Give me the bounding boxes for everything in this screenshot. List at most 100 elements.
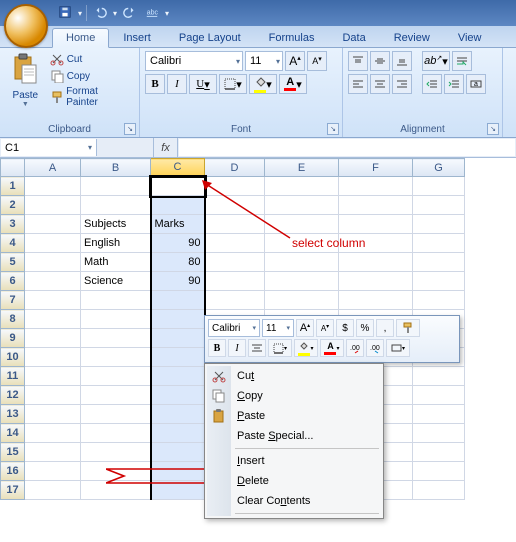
font-dialog-icon[interactable]: ↘: [327, 123, 339, 135]
tab-formulas[interactable]: Formulas: [255, 28, 329, 47]
qat-dropdown-icon[interactable]: ▾: [78, 9, 82, 18]
cell[interactable]: [81, 424, 151, 443]
cut-button[interactable]: Cut: [46, 51, 134, 67]
orientation-button[interactable]: ab↗▾: [422, 51, 450, 71]
cell[interactable]: [205, 291, 265, 310]
row-header[interactable]: 16: [1, 462, 25, 481]
cell[interactable]: [413, 481, 465, 500]
cell[interactable]: [265, 291, 339, 310]
col-header-f[interactable]: F: [339, 159, 413, 177]
cell[interactable]: [25, 196, 81, 215]
cell[interactable]: [265, 253, 339, 272]
align-center-button[interactable]: [370, 74, 390, 94]
mini-format-painter[interactable]: [396, 319, 420, 337]
cell[interactable]: [25, 291, 81, 310]
bold-button[interactable]: B: [145, 74, 165, 94]
mini-currency[interactable]: $: [336, 319, 354, 337]
cell[interactable]: [413, 386, 465, 405]
cell[interactable]: [413, 367, 465, 386]
context-paste-special[interactable]: Paste Special...Paste Special...: [207, 426, 381, 446]
name-box[interactable]: C1▾: [1, 139, 97, 156]
mini-align-center[interactable]: [248, 339, 266, 357]
cell[interactable]: [151, 405, 205, 424]
cell[interactable]: English: [81, 234, 151, 253]
cell[interactable]: [81, 348, 151, 367]
cell[interactable]: [339, 177, 413, 196]
cell[interactable]: [151, 310, 205, 329]
increase-indent-button[interactable]: [444, 74, 464, 94]
cell[interactable]: [413, 443, 465, 462]
tab-data[interactable]: Data: [328, 28, 379, 47]
cell[interactable]: [413, 253, 465, 272]
clipboard-dialog-icon[interactable]: ↘: [124, 123, 136, 135]
row-header[interactable]: 9: [1, 329, 25, 348]
cell[interactable]: [25, 177, 81, 196]
undo-icon[interactable]: [91, 3, 109, 24]
cell[interactable]: [151, 386, 205, 405]
cell[interactable]: Marks: [151, 215, 205, 234]
row-header[interactable]: 14: [1, 424, 25, 443]
underline-button[interactable]: U▾: [189, 74, 217, 94]
tab-home[interactable]: Home: [52, 28, 109, 48]
cell[interactable]: [25, 443, 81, 462]
cell[interactable]: [81, 443, 151, 462]
cell[interactable]: [413, 272, 465, 291]
col-header-b[interactable]: B: [81, 159, 151, 177]
context-cut[interactable]: CutCut: [207, 366, 381, 386]
fill-color-button[interactable]: ▾: [249, 74, 277, 94]
qat-more-icon[interactable]: ▾: [165, 9, 169, 18]
cell[interactable]: [413, 234, 465, 253]
border-button[interactable]: ▾: [219, 74, 247, 94]
select-all-corner[interactable]: [1, 159, 25, 177]
mini-size-combo[interactable]: 11▾: [262, 319, 294, 337]
mini-fill-color[interactable]: ▾: [294, 339, 318, 357]
cell[interactable]: [265, 196, 339, 215]
align-middle-button[interactable]: [370, 51, 390, 71]
cell[interactable]: [81, 291, 151, 310]
cell[interactable]: [25, 367, 81, 386]
cell[interactable]: [265, 177, 339, 196]
context-clear-contents[interactable]: Clear ContentsClear Contents: [207, 491, 381, 511]
font-name-combo[interactable]: Calibri▾: [145, 51, 243, 71]
redo-icon[interactable]: [121, 3, 139, 24]
mini-font-combo[interactable]: Calibri▾: [208, 319, 260, 337]
fx-button[interactable]: fx: [154, 138, 178, 157]
undo-dropdown-icon[interactable]: ▾: [113, 9, 117, 18]
mini-grow-font[interactable]: A▴: [296, 319, 314, 337]
mini-decrease-decimal[interactable]: .00: [346, 339, 364, 357]
cell[interactable]: [81, 367, 151, 386]
row-header[interactable]: 1: [1, 177, 25, 196]
cell[interactable]: 80: [151, 253, 205, 272]
row-header[interactable]: 11: [1, 367, 25, 386]
save-icon[interactable]: [56, 3, 74, 24]
font-size-combo[interactable]: 11▾: [245, 51, 283, 71]
cell[interactable]: [81, 329, 151, 348]
cell[interactable]: [25, 405, 81, 424]
shrink-font-button[interactable]: A▾: [307, 51, 327, 71]
mini-comma[interactable]: ,: [376, 319, 394, 337]
cell[interactable]: [413, 405, 465, 424]
cell[interactable]: [151, 424, 205, 443]
cell[interactable]: [205, 215, 265, 234]
row-header[interactable]: 13: [1, 405, 25, 424]
cell[interactable]: [205, 234, 265, 253]
tab-page-layout[interactable]: Page Layout: [165, 28, 255, 47]
row-header[interactable]: 4: [1, 234, 25, 253]
cell[interactable]: [413, 291, 465, 310]
cell[interactable]: Math: [81, 253, 151, 272]
cell[interactable]: [25, 481, 81, 500]
cell[interactable]: [205, 272, 265, 291]
row-header[interactable]: 5: [1, 253, 25, 272]
cell[interactable]: [151, 481, 205, 500]
tab-review[interactable]: Review: [380, 28, 444, 47]
merge-center-button[interactable]: a: [466, 74, 486, 94]
cell[interactable]: [81, 310, 151, 329]
grow-font-button[interactable]: A▴: [285, 51, 305, 71]
cell[interactable]: [339, 291, 413, 310]
cell[interactable]: [81, 481, 151, 500]
cell[interactable]: [413, 215, 465, 234]
cell[interactable]: 90: [151, 234, 205, 253]
context-copy[interactable]: CopyCopy: [207, 386, 381, 406]
cell[interactable]: Subjects: [81, 215, 151, 234]
cell[interactable]: [25, 253, 81, 272]
